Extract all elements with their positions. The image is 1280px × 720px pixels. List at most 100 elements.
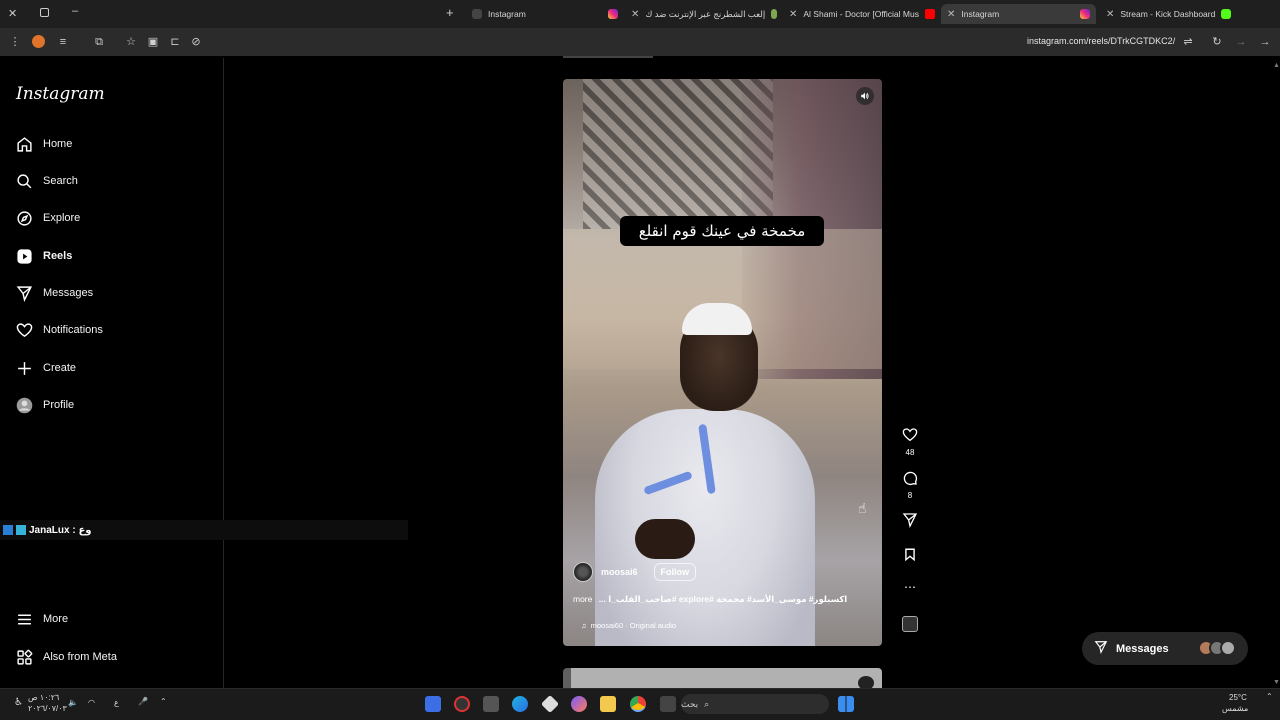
sidebar-item-search[interactable]: Search (16, 169, 78, 193)
split-screen-icon[interactable]: ⊏ (168, 35, 182, 49)
sidebar-item-explore[interactable]: Explore (16, 206, 80, 230)
close-window-icon[interactable]: ✕ (8, 7, 17, 20)
message-avatars (1198, 640, 1236, 656)
meta-apps-icon (16, 649, 33, 666)
bookmark-icon (903, 547, 917, 564)
app-icon-file-explorer[interactable] (600, 696, 616, 712)
sidebar-item-messages[interactable]: Messages (16, 281, 93, 305)
playlist-icon[interactable]: ≡ (56, 35, 70, 49)
forward-icon[interactable]: → (1234, 35, 1248, 49)
language-indicator[interactable]: ع (114, 698, 119, 707)
sidebar-item-label: Explore (43, 212, 81, 224)
volume-icon[interactable]: 🔈 (68, 698, 78, 707)
sound-toggle-icon[interactable] (856, 87, 874, 105)
scroll-up-icon[interactable]: ▲ (1273, 62, 1280, 69)
sidebar-item-label: Profile (43, 399, 75, 411)
next-reel-preview[interactable] (563, 668, 882, 690)
instagram-logo[interactable]: Instagram (16, 84, 105, 104)
notifications-chevron-icon[interactable]: ⌃ (1266, 692, 1273, 701)
windows-start-icon[interactable] (838, 696, 854, 712)
video-person-cap (682, 303, 752, 335)
close-tab-icon[interactable]: ✕ (947, 9, 955, 20)
tab-title: إلعب الشطرنج عبر الإنترنت ضد ك (645, 8, 766, 19)
address-bar[interactable]: instagram.com/reels/DTrkCGTDKC2/ (1027, 36, 1175, 46)
new-tab-icon[interactable]: + (446, 5, 454, 20)
restore-window-icon[interactable] (40, 8, 49, 17)
app-icon-obs[interactable] (454, 696, 470, 712)
sidebar-item-notifications[interactable]: Notifications (16, 318, 103, 342)
app-icon-copilot[interactable] (571, 696, 587, 712)
messages-pill[interactable]: Messages (1082, 632, 1248, 665)
audio-thumbnail[interactable] (902, 616, 918, 632)
microphone-icon[interactable]: 🎤 (138, 697, 148, 706)
menu-dots-icon[interactable]: ⋮ (8, 35, 22, 49)
close-tab-icon[interactable]: ✕ (631, 9, 639, 20)
sidebar-item-create[interactable]: Create (16, 356, 76, 380)
site-settings-icon[interactable]: ⇌ (1181, 35, 1195, 49)
sidebar-item-home[interactable]: Home (16, 132, 72, 156)
reel-audio[interactable]: ♫ moosai60 · Original audio (581, 621, 676, 630)
search-icon: ⌕ (704, 698, 710, 709)
tab-chess[interactable]: ✕ إلعب الشطرنج عبر الإنترنت ضد ك (625, 4, 783, 24)
profile-icon (16, 397, 33, 414)
tab-instagram-active[interactable]: ✕ Instagram (941, 4, 1096, 24)
page-scrollbar[interactable]: ▲ ▼ (1272, 58, 1280, 688)
tray-chevron-icon[interactable]: ⌃ (160, 697, 167, 706)
tab-title: Stream - Kick Dashboard (1120, 9, 1216, 19)
reader-icon[interactable]: ⊘ (189, 35, 203, 49)
follow-button[interactable]: Follow (653, 563, 697, 581)
avatar[interactable] (573, 562, 593, 582)
bookmark-star-icon[interactable]: ☆ (124, 35, 138, 49)
home-icon (16, 136, 33, 153)
tab-youtube[interactable]: ✕ Al Shami - Doctor [Official Mus (783, 4, 941, 24)
share-button[interactable] (898, 512, 922, 530)
sidebar-item-label: Also from Meta (43, 651, 117, 663)
author-username[interactable]: moosai6 (601, 567, 638, 577)
plus-icon (16, 360, 33, 377)
link-icon (472, 9, 482, 19)
reel-video[interactable]: مخمخة في عينك قوم انقلع moosai6 Follow m… (563, 79, 882, 646)
app-icon-store[interactable] (483, 696, 499, 712)
sidebar-item-profile[interactable]: Profile (16, 393, 74, 417)
heart-icon (902, 427, 918, 445)
comment-button[interactable]: 8 (898, 470, 922, 500)
scroll-down-icon[interactable]: ▼ (1273, 679, 1280, 686)
like-count: 48 (905, 448, 915, 457)
close-tab-icon[interactable]: ✕ (1106, 9, 1114, 20)
mouse-cursor-icon: ☝ (858, 500, 867, 516)
weather-condition[interactable]: مشمس (1222, 704, 1248, 713)
tab-instagram-1[interactable]: Instagram (466, 4, 624, 24)
sidebar-item-label: Home (43, 138, 73, 150)
tab-kick[interactable]: ✕ Stream - Kick Dashboard (1100, 4, 1256, 24)
app-icon-zoom[interactable] (425, 696, 441, 712)
extensions-puzzle-icon[interactable]: ⧉ (92, 35, 106, 49)
more-options-icon[interactable]: ⋯ (898, 580, 922, 594)
extension-icon[interactable] (32, 35, 45, 48)
back-icon[interactable]: → (1258, 35, 1272, 49)
minimize-window-icon[interactable]: – (72, 5, 78, 17)
more-link[interactable]: more (573, 594, 592, 604)
sidebar-item-also-from-meta[interactable]: Also from Meta (16, 645, 117, 669)
wifi-icon[interactable]: ◠ (88, 698, 95, 707)
tab-title: Instagram (961, 9, 1000, 19)
clock-time[interactable]: ١٠:٢٦ ص (28, 693, 59, 702)
sidebar-item-more[interactable]: More (16, 607, 68, 631)
taskbar-search[interactable]: ⌕ بحث (681, 694, 829, 714)
search-icon (16, 173, 33, 190)
clock-date[interactable]: ٢٠٢٦/٠٧/٠٣ (28, 704, 67, 713)
weather-temp[interactable]: 25°C (1229, 693, 1247, 702)
accessibility-icon[interactable]: ♿ (14, 697, 23, 708)
reels-icon (16, 248, 33, 265)
messages-icon (1094, 640, 1108, 657)
app-icon-edge[interactable] (512, 696, 528, 712)
avatar (1220, 640, 1236, 656)
app-icon-task-view[interactable] (660, 696, 676, 712)
save-button[interactable] (898, 547, 922, 564)
close-tab-icon[interactable]: ✕ (789, 9, 797, 20)
collections-icon[interactable]: ▣ (146, 35, 160, 49)
reload-icon[interactable]: ↻ (1210, 35, 1224, 49)
sidebar-item-reels[interactable]: Reels (16, 244, 72, 268)
app-icon-chrome[interactable] (630, 696, 646, 712)
like-button[interactable]: 48 (898, 427, 922, 457)
chess-icon (771, 9, 777, 19)
